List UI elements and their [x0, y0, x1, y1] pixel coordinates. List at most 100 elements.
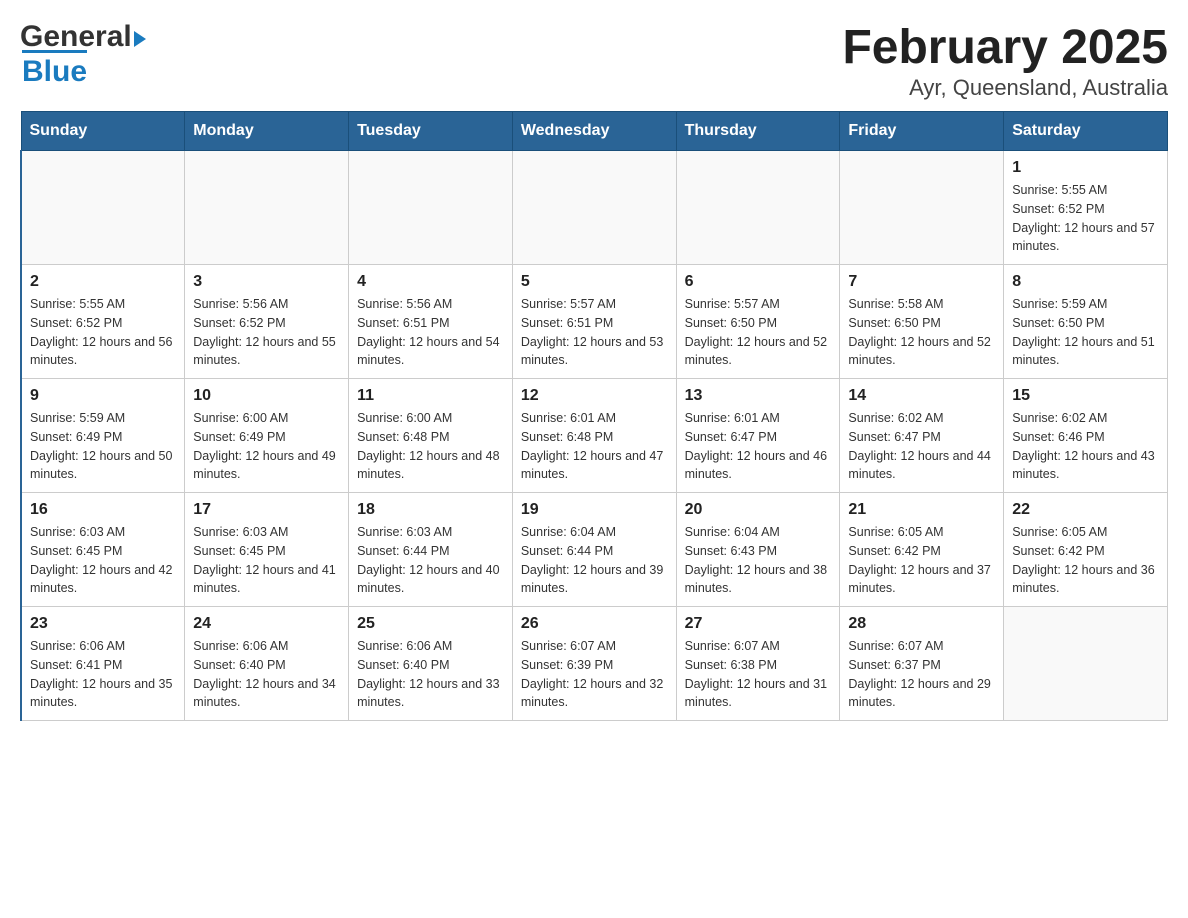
- day-number: 18: [357, 501, 504, 519]
- logo-blue: Blue: [22, 50, 87, 89]
- day-number: 14: [848, 387, 995, 405]
- day-cell: 6 Sunrise: 5:57 AM Sunset: 6:50 PM Daylig…: [676, 265, 840, 379]
- day-info: Sunrise: 6:00 AM Sunset: 6:48 PM Dayligh…: [357, 409, 504, 484]
- day-info: Sunrise: 5:56 AM Sunset: 6:51 PM Dayligh…: [357, 295, 504, 370]
- day-cell: 19 Sunrise: 6:04 AM Sunset: 6:44 PM Dayli…: [512, 493, 676, 607]
- day-number: 27: [685, 615, 832, 633]
- page-header: General Blue February 2025 Ayr, Queensla…: [20, 20, 1168, 101]
- day-cell: [1004, 607, 1168, 721]
- day-cell: 18 Sunrise: 6:03 AM Sunset: 6:44 PM Dayli…: [349, 493, 513, 607]
- day-number: 28: [848, 615, 995, 633]
- day-cell: 8 Sunrise: 5:59 AM Sunset: 6:50 PM Daylig…: [1004, 265, 1168, 379]
- day-number: 16: [30, 501, 176, 519]
- day-number: 4: [357, 273, 504, 291]
- day-info: Sunrise: 5:59 AM Sunset: 6:49 PM Dayligh…: [30, 409, 176, 484]
- week-row-4: 16 Sunrise: 6:03 AM Sunset: 6:45 PM Dayli…: [21, 493, 1168, 607]
- day-number: 19: [521, 501, 668, 519]
- day-info: Sunrise: 6:05 AM Sunset: 6:42 PM Dayligh…: [1012, 523, 1159, 598]
- logo-general: General: [20, 20, 132, 54]
- header-row: SundayMondayTuesdayWednesdayThursdayFrid…: [21, 112, 1168, 151]
- day-cell: 21 Sunrise: 6:05 AM Sunset: 6:42 PM Dayli…: [840, 493, 1004, 607]
- day-info: Sunrise: 6:06 AM Sunset: 6:41 PM Dayligh…: [30, 637, 176, 712]
- day-cell: 24Sunrise: 6:06 AM Sunset: 6:40 PM Dayli…: [185, 607, 349, 721]
- day-number: 26: [521, 615, 668, 633]
- day-info: Sunrise: 5:56 AM Sunset: 6:52 PM Dayligh…: [193, 295, 340, 370]
- calendar-header: SundayMondayTuesdayWednesdayThursdayFrid…: [21, 112, 1168, 151]
- day-number: 9: [30, 387, 176, 405]
- day-info: Sunrise: 6:02 AM Sunset: 6:47 PM Dayligh…: [848, 409, 995, 484]
- day-info: Sunrise: 6:03 AM Sunset: 6:44 PM Dayligh…: [357, 523, 504, 598]
- day-info: Sunrise: 6:06 AM Sunset: 6:40 PM Dayligh…: [357, 637, 504, 712]
- day-info: Sunrise: 5:59 AM Sunset: 6:50 PM Dayligh…: [1012, 295, 1159, 370]
- day-number: 15: [1012, 387, 1159, 405]
- day-number: 25: [357, 615, 504, 633]
- day-info: Sunrise: 6:05 AM Sunset: 6:42 PM Dayligh…: [848, 523, 995, 598]
- day-cell: 20 Sunrise: 6:04 AM Sunset: 6:43 PM Dayli…: [676, 493, 840, 607]
- day-number: 1: [1012, 159, 1159, 177]
- day-cell: 12Sunrise: 6:01 AM Sunset: 6:48 PM Dayli…: [512, 379, 676, 493]
- day-cell: 3 Sunrise: 5:56 AM Sunset: 6:52 PM Daylig…: [185, 265, 349, 379]
- day-cell: 22Sunrise: 6:05 AM Sunset: 6:42 PM Dayli…: [1004, 493, 1168, 607]
- day-info: Sunrise: 5:55 AM Sunset: 6:52 PM Dayligh…: [30, 295, 176, 370]
- day-cell: 4 Sunrise: 5:56 AM Sunset: 6:51 PM Daylig…: [349, 265, 513, 379]
- day-cell: 13Sunrise: 6:01 AM Sunset: 6:47 PM Dayli…: [676, 379, 840, 493]
- day-cell: 14 Sunrise: 6:02 AM Sunset: 6:47 PM Dayli…: [840, 379, 1004, 493]
- day-cell: 1 Sunrise: 5:55 AM Sunset: 6:52 PM Daylig…: [1004, 151, 1168, 265]
- day-cell: [840, 151, 1004, 265]
- day-number: 10: [193, 387, 340, 405]
- day-cell: [512, 151, 676, 265]
- day-cell: [349, 151, 513, 265]
- day-info: Sunrise: 5:57 AM Sunset: 6:51 PM Dayligh…: [521, 295, 668, 370]
- day-number: 20: [685, 501, 832, 519]
- day-info: Sunrise: 6:03 AM Sunset: 6:45 PM Dayligh…: [193, 523, 340, 598]
- col-header-thursday: Thursday: [676, 112, 840, 151]
- day-info: Sunrise: 6:07 AM Sunset: 6:38 PM Dayligh…: [685, 637, 832, 712]
- calendar-subtitle: Ayr, Queensland, Australia: [842, 75, 1168, 101]
- day-number: 11: [357, 387, 504, 405]
- day-number: 8: [1012, 273, 1159, 291]
- day-number: 7: [848, 273, 995, 291]
- day-cell: [676, 151, 840, 265]
- logo: General Blue: [20, 20, 146, 89]
- day-cell: 28 Sunrise: 6:07 AM Sunset: 6:37 PM Dayli…: [840, 607, 1004, 721]
- day-number: 5: [521, 273, 668, 291]
- calendar-table: SundayMondayTuesdayWednesdayThursdayFrid…: [20, 111, 1168, 721]
- day-number: 17: [193, 501, 340, 519]
- day-cell: 27 Sunrise: 6:07 AM Sunset: 6:38 PM Dayli…: [676, 607, 840, 721]
- day-cell: 2 Sunrise: 5:55 AM Sunset: 6:52 PM Daylig…: [21, 265, 185, 379]
- day-info: Sunrise: 6:07 AM Sunset: 6:39 PM Dayligh…: [521, 637, 668, 712]
- week-row-1: 1 Sunrise: 5:55 AM Sunset: 6:52 PM Daylig…: [21, 151, 1168, 265]
- col-header-monday: Monday: [185, 112, 349, 151]
- day-info: Sunrise: 5:55 AM Sunset: 6:52 PM Dayligh…: [1012, 181, 1159, 256]
- day-info: Sunrise: 6:03 AM Sunset: 6:45 PM Dayligh…: [30, 523, 176, 598]
- day-number: 23: [30, 615, 176, 633]
- day-cell: 9 Sunrise: 5:59 AM Sunset: 6:49 PM Daylig…: [21, 379, 185, 493]
- day-cell: 10Sunrise: 6:00 AM Sunset: 6:49 PM Dayli…: [185, 379, 349, 493]
- day-cell: 17 Sunrise: 6:03 AM Sunset: 6:45 PM Dayli…: [185, 493, 349, 607]
- col-header-wednesday: Wednesday: [512, 112, 676, 151]
- day-info: Sunrise: 6:02 AM Sunset: 6:46 PM Dayligh…: [1012, 409, 1159, 484]
- day-number: 6: [685, 273, 832, 291]
- logo-triangle-icon: [134, 31, 146, 47]
- week-row-3: 9 Sunrise: 5:59 AM Sunset: 6:49 PM Daylig…: [21, 379, 1168, 493]
- col-header-sunday: Sunday: [21, 112, 185, 151]
- col-header-saturday: Saturday: [1004, 112, 1168, 151]
- day-cell: 11 Sunrise: 6:00 AM Sunset: 6:48 PM Dayli…: [349, 379, 513, 493]
- col-header-tuesday: Tuesday: [349, 112, 513, 151]
- day-number: 13: [685, 387, 832, 405]
- day-cell: [185, 151, 349, 265]
- day-info: Sunrise: 6:04 AM Sunset: 6:44 PM Dayligh…: [521, 523, 668, 598]
- day-cell: [21, 151, 185, 265]
- day-info: Sunrise: 5:57 AM Sunset: 6:50 PM Dayligh…: [685, 295, 832, 370]
- day-cell: 26 Sunrise: 6:07 AM Sunset: 6:39 PM Dayli…: [512, 607, 676, 721]
- day-cell: 16 Sunrise: 6:03 AM Sunset: 6:45 PM Dayli…: [21, 493, 185, 607]
- day-info: Sunrise: 6:04 AM Sunset: 6:43 PM Dayligh…: [685, 523, 832, 598]
- day-info: Sunrise: 6:07 AM Sunset: 6:37 PM Dayligh…: [848, 637, 995, 712]
- day-cell: 15 Sunrise: 6:02 AM Sunset: 6:46 PM Dayli…: [1004, 379, 1168, 493]
- day-info: Sunrise: 5:58 AM Sunset: 6:50 PM Dayligh…: [848, 295, 995, 370]
- title-area: February 2025 Ayr, Queensland, Australia: [842, 20, 1168, 101]
- day-number: 21: [848, 501, 995, 519]
- day-number: 3: [193, 273, 340, 291]
- day-number: 2: [30, 273, 176, 291]
- day-number: 24: [193, 615, 340, 633]
